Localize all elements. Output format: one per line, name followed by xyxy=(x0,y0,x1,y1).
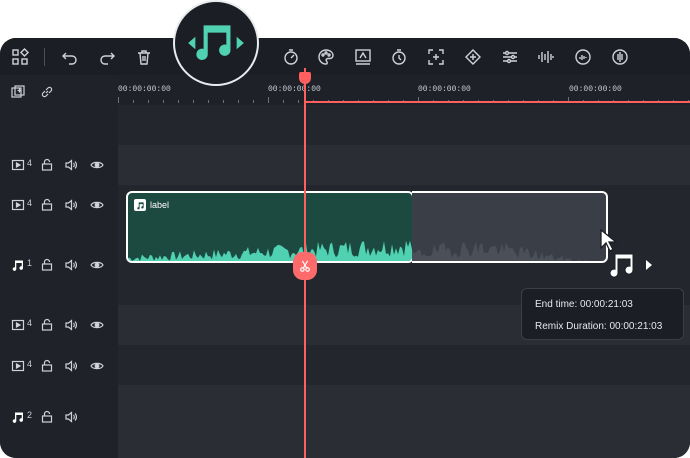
scissors-icon xyxy=(300,260,310,272)
audio-wave-icon[interactable] xyxy=(536,47,556,67)
duration-tooltip: End time: 00:00:21:03 Remix Duration: 00… xyxy=(521,288,684,340)
audio-feature-badge xyxy=(173,0,259,86)
lock-icon[interactable] xyxy=(40,158,54,172)
ruler-tick xyxy=(193,100,194,103)
track-number: 4 xyxy=(27,158,33,168)
track-lane[interactable] xyxy=(118,105,690,145)
adjust-icon[interactable] xyxy=(500,47,520,67)
redo-icon[interactable] xyxy=(97,47,117,67)
track-header-video-3: 4 xyxy=(0,315,118,335)
speaker-icon[interactable] xyxy=(64,359,78,373)
ruler-tick xyxy=(268,97,269,103)
track-header-audio-1: 1 xyxy=(0,255,118,275)
audio-stretch-icon[interactable] xyxy=(573,47,593,67)
speaker-icon[interactable] xyxy=(64,158,78,172)
eye-icon[interactable] xyxy=(90,318,104,332)
audio-waveform-extension xyxy=(412,241,606,261)
ai-portrait-icon[interactable] xyxy=(353,47,373,67)
ruler-label: 00:00:00:00 xyxy=(569,85,622,94)
range-indicator-line xyxy=(305,101,690,103)
ruler-label: 00:00:00:00 xyxy=(118,85,171,94)
ruler-tick xyxy=(118,97,119,103)
lock-icon[interactable] xyxy=(40,198,54,212)
ruler-tick xyxy=(178,100,179,103)
keyframe-icon[interactable] xyxy=(463,47,483,67)
color-palette-icon[interactable] xyxy=(316,47,336,67)
playhead-handle[interactable] xyxy=(299,72,311,84)
eye-icon[interactable] xyxy=(90,359,104,373)
ruler-tick xyxy=(238,100,239,103)
speaker-icon[interactable] xyxy=(64,258,78,272)
end-time-text: End time: 00:00:21:03 xyxy=(535,299,633,310)
link-icon[interactable] xyxy=(40,85,54,99)
ruler-label: 00:00:00:00 xyxy=(418,85,471,94)
lock-icon[interactable] xyxy=(40,359,54,373)
ruler-tick xyxy=(298,100,299,103)
undo-icon[interactable] xyxy=(60,47,80,67)
ruler-tick xyxy=(133,100,134,103)
remix-duration-text: Remix Duration: 00:00:21:03 xyxy=(535,321,663,332)
timeline-area[interactable]: 00:00:00:00 00:00:00:00 00:00:00:00 00:0… xyxy=(118,75,690,458)
lock-icon[interactable] xyxy=(40,258,54,272)
ruler-tick xyxy=(283,100,284,103)
toolbar-separator xyxy=(44,48,45,66)
track-header-video-2: 4 xyxy=(0,195,118,215)
track-lane[interactable] xyxy=(118,145,690,185)
voice-icon[interactable] xyxy=(610,47,630,67)
track-lane[interactable] xyxy=(118,345,690,385)
timer-icon[interactable] xyxy=(389,47,409,67)
track-number: 4 xyxy=(27,198,33,208)
eye-icon[interactable] xyxy=(90,158,104,172)
video-track-icon xyxy=(11,198,25,212)
music-drag-icon xyxy=(609,253,652,278)
trash-icon[interactable] xyxy=(134,47,154,67)
lock-icon[interactable] xyxy=(40,410,54,424)
toolbar xyxy=(0,38,690,75)
music-note-icon xyxy=(11,410,25,424)
grid-icon[interactable] xyxy=(10,47,30,67)
video-track-icon xyxy=(11,158,25,172)
track-number: 2 xyxy=(27,410,33,420)
audio-clip[interactable]: label xyxy=(126,191,414,263)
ruler-tick xyxy=(253,100,254,103)
speaker-icon[interactable] xyxy=(64,198,78,212)
split-button[interactable] xyxy=(293,252,317,280)
speaker-icon[interactable] xyxy=(64,410,78,424)
video-track-icon xyxy=(11,359,25,373)
audio-clip-extension[interactable] xyxy=(412,191,608,263)
eye-icon[interactable] xyxy=(90,198,104,212)
audio-waveform xyxy=(128,240,412,261)
ruler-tick xyxy=(148,100,149,103)
track-number: 4 xyxy=(27,359,33,369)
crop-icon[interactable] xyxy=(426,47,446,67)
track-header-panel: 4 4 1 4 4 2 xyxy=(0,75,118,458)
track-lane[interactable] xyxy=(118,385,690,458)
track-number: 4 xyxy=(27,318,33,328)
eye-icon[interactable] xyxy=(90,258,104,272)
music-note-icon xyxy=(11,258,25,272)
ruler-label: 00:00:00:00 xyxy=(268,85,321,94)
track-number: 1 xyxy=(27,258,33,268)
track-header-video-1: 4 xyxy=(0,155,118,175)
video-track-icon xyxy=(11,318,25,332)
speed-icon[interactable] xyxy=(281,47,301,67)
lock-icon[interactable] xyxy=(40,318,54,332)
track-header-video-4: 4 xyxy=(0,356,118,376)
ruler-tick xyxy=(208,100,209,103)
ruler-tick xyxy=(223,100,224,103)
music-note-icon xyxy=(188,25,244,61)
ruler-tick xyxy=(163,100,164,103)
panel-top-controls xyxy=(0,82,118,102)
add-track-icon[interactable] xyxy=(11,85,25,99)
track-header-audio-2: 2 xyxy=(0,407,118,427)
speaker-icon[interactable] xyxy=(64,318,78,332)
